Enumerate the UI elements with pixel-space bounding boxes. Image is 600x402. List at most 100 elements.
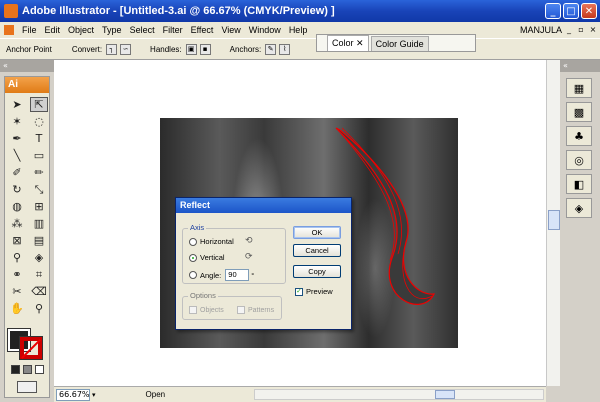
horizontal-option[interactable]: Horizontal [189, 237, 234, 246]
angle-option[interactable]: Angle: 90 ° [189, 269, 254, 281]
workspace-user[interactable]: MANJULA [520, 25, 562, 35]
patterns-option: Patterns [237, 306, 274, 314]
menu-file[interactable]: File [18, 25, 41, 35]
menu-view[interactable]: View [217, 25, 244, 35]
scale-tool-icon[interactable]: ⤡ [30, 182, 48, 197]
symbol-sprayer-tool-icon[interactable]: ⁂ [8, 216, 26, 231]
gradient-mode-icon[interactable] [23, 365, 32, 374]
type-tool-icon[interactable]: T [30, 131, 48, 146]
pen-tool-icon[interactable]: ✒ [8, 131, 26, 146]
angle-radio[interactable] [189, 271, 197, 279]
connect-anchor-icon[interactable]: ⌇ [279, 43, 291, 55]
angle-label: Angle: [200, 270, 222, 280]
swatches-panel-icon[interactable]: ▩ [566, 102, 592, 122]
menu-type[interactable]: Type [98, 25, 126, 35]
rotate-tool-icon[interactable]: ↻ [8, 182, 26, 197]
doc-close-button[interactable]: × [588, 25, 598, 35]
screen-mode-icon[interactable] [17, 381, 37, 393]
eraser-tool-icon[interactable]: ⌫ [30, 284, 48, 299]
color-tab-close-icon[interactable]: ✕ [356, 38, 364, 48]
hand-tool-icon[interactable]: ✋ [8, 301, 26, 316]
zoom-tool-icon[interactable]: ⚲ [30, 301, 48, 316]
horizontal-label: Horizontal [200, 237, 234, 246]
tool-name-label: Anchor Point [6, 44, 52, 54]
none-mode-icon[interactable] [35, 365, 44, 374]
rectangle-tool-icon[interactable]: ▭ [30, 148, 48, 163]
menu-effect[interactable]: Effect [187, 25, 218, 35]
preview-checkbox[interactable]: ✓ [295, 287, 303, 296]
eyedropper-tool-icon[interactable]: ⚲ [8, 250, 26, 265]
document-icon[interactable] [4, 25, 14, 35]
tab-color[interactable]: Color ✕ [327, 35, 369, 51]
stroke-swatch[interactable] [19, 336, 43, 360]
zoom-dropdown-icon[interactable]: ▾ [92, 391, 96, 399]
preview-option[interactable]: ✓ Preview [295, 287, 333, 296]
line-tool-icon[interactable]: ╲ [8, 148, 26, 163]
show-handles-icon[interactable]: ▣ [185, 43, 197, 55]
tab-color-guide[interactable]: Color Guide [370, 36, 429, 51]
color-mode-icon[interactable] [11, 365, 20, 374]
layers-panel-icon[interactable]: ◈ [566, 198, 592, 218]
horizontal-scrollbar[interactable] [254, 389, 544, 400]
graph-tool-icon[interactable]: ▥ [30, 216, 48, 231]
stroke-panel-icon[interactable]: ◎ [566, 150, 592, 170]
magic-wand-tool-icon[interactable]: ✶ [8, 114, 26, 129]
ok-button[interactable]: OK [293, 226, 341, 239]
selection-tool-icon[interactable]: ➤ [8, 97, 26, 112]
convert-to-corner-icon[interactable]: ┐ [106, 43, 118, 55]
vertical-option[interactable]: Vertical [189, 253, 225, 262]
close-button[interactable]: ✕ [581, 3, 597, 19]
cancel-button[interactable]: Cancel [293, 244, 341, 257]
right-dock: « ▦ ▩ ♣ ◎ ◧ ◈ [560, 60, 600, 402]
menu-edit[interactable]: Edit [41, 25, 65, 35]
menu-window[interactable]: Window [245, 25, 285, 35]
mesh-tool-icon[interactable]: ⊠ [8, 233, 26, 248]
blend-tool-icon[interactable]: ⚭ [8, 267, 26, 282]
remove-anchor-icon[interactable]: ✎ [265, 43, 277, 55]
menu-select[interactable]: Select [126, 25, 159, 35]
left-dock-collapse-icon[interactable]: « [0, 60, 54, 72]
menu-object[interactable]: Object [64, 25, 98, 35]
right-dock-icons: ▦ ▩ ♣ ◎ ◧ ◈ [566, 78, 592, 218]
maximize-button[interactable]: □ [563, 3, 579, 19]
fill-stroke-swatches [7, 328, 48, 360]
symbols-panel-icon[interactable]: ♣ [566, 126, 592, 146]
pencil-tool-icon[interactable]: ✏ [30, 165, 48, 180]
direct-selection-tool-icon[interactable]: ⇱ [30, 97, 48, 112]
horizontal-radio[interactable] [189, 237, 197, 246]
axis-group: Axis Horizontal ⟲ Vertical ⟳ Angle: 90 ° [182, 223, 286, 284]
live-paint-tool-icon[interactable]: ◈ [30, 250, 48, 265]
minimize-button[interactable]: _ [545, 3, 561, 19]
options-group: Options Objects Patterns [182, 291, 282, 320]
handles-label: Handles: [150, 44, 182, 54]
hide-handles-icon[interactable]: ▪ [199, 43, 211, 55]
vertical-radio[interactable] [189, 253, 197, 262]
vertical-scroll-thumb[interactable] [548, 210, 560, 230]
free-transform-tool-icon[interactable]: ⊞ [30, 199, 48, 214]
warp-tool-icon[interactable]: ◍ [8, 199, 26, 214]
axis-legend: Axis [188, 223, 207, 232]
lasso-tool-icon[interactable]: ◌ [30, 114, 48, 129]
tool-grid: ➤ ⇱ ✶ ◌ ✒ T ╲ ▭ ✐ ✏ ↻ ⤡ ◍ ⊞ ⁂ ▥ ⊠ ▤ ⚲ ◈ … [5, 93, 49, 320]
graphic-styles-panel-icon[interactable]: ◧ [566, 174, 592, 194]
zoom-level-field[interactable]: 66.67% [56, 388, 90, 401]
angle-input[interactable]: 90 [225, 269, 250, 281]
paintbrush-tool-icon[interactable]: ✐ [8, 165, 26, 180]
doc-minimize-button[interactable]: _ [564, 25, 574, 35]
gradient-tool-icon[interactable]: ▤ [30, 233, 48, 248]
doc-restore-button[interactable]: ▫ [576, 25, 586, 35]
convert-to-smooth-icon[interactable]: ∽ [120, 43, 132, 55]
slice-tool-icon[interactable]: ⌗ [30, 267, 48, 282]
menu-bar: File Edit Object Type Select Filter Effe… [0, 22, 600, 38]
scissors-tool-icon[interactable]: ✂ [8, 284, 26, 299]
status-text[interactable]: Open [146, 390, 226, 399]
copy-button[interactable]: Copy [293, 265, 341, 278]
right-dock-expand-icon[interactable]: « [560, 60, 600, 72]
horizontal-scroll-thumb[interactable] [435, 390, 455, 399]
vertical-scrollbar[interactable] [546, 60, 560, 386]
window-title: Adobe Illustrator - [Untitled-3.ai @ 66.… [22, 5, 335, 17]
horizontal-reflect-icon: ⟲ [245, 236, 253, 246]
menu-filter[interactable]: Filter [159, 25, 187, 35]
menu-help[interactable]: Help [285, 25, 312, 35]
color-panel-icon[interactable]: ▦ [566, 78, 592, 98]
